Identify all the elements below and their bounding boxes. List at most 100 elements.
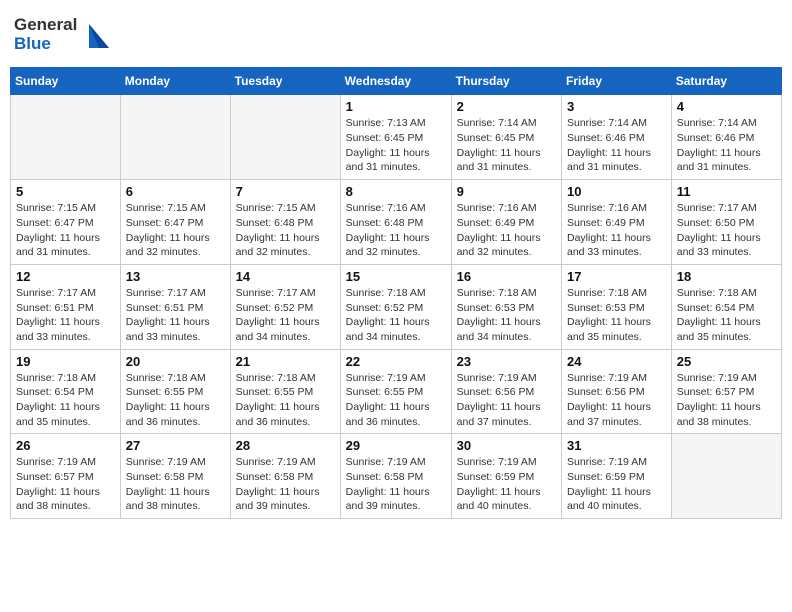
logo-general-text: General bbox=[14, 16, 77, 35]
day-number: 13 bbox=[126, 269, 225, 284]
calendar-week-row: 26 Sunrise: 7:19 AMSunset: 6:57 PMDayligh… bbox=[11, 434, 782, 519]
day-number: 22 bbox=[346, 354, 446, 369]
calendar-cell: 27 Sunrise: 7:19 AMSunset: 6:58 PMDayligh… bbox=[120, 434, 230, 519]
day-number: 17 bbox=[567, 269, 666, 284]
calendar-week-row: 5 Sunrise: 7:15 AMSunset: 6:47 PMDaylight… bbox=[11, 180, 782, 265]
calendar-cell: 4 Sunrise: 7:14 AMSunset: 6:46 PMDaylight… bbox=[671, 95, 781, 180]
day-number: 21 bbox=[236, 354, 335, 369]
calendar-cell: 19 Sunrise: 7:18 AMSunset: 6:54 PMDayligh… bbox=[11, 349, 121, 434]
day-of-week-header: Saturday bbox=[671, 68, 781, 95]
day-info: Sunrise: 7:16 AMSunset: 6:48 PMDaylight:… bbox=[346, 201, 446, 260]
day-info: Sunrise: 7:14 AMSunset: 6:45 PMDaylight:… bbox=[457, 116, 556, 175]
calendar-cell: 21 Sunrise: 7:18 AMSunset: 6:55 PMDayligh… bbox=[230, 349, 340, 434]
calendar-cell: 7 Sunrise: 7:15 AMSunset: 6:48 PMDaylight… bbox=[230, 180, 340, 265]
day-number: 24 bbox=[567, 354, 666, 369]
day-info: Sunrise: 7:19 AMSunset: 6:56 PMDaylight:… bbox=[567, 371, 666, 430]
day-number: 25 bbox=[677, 354, 776, 369]
day-info: Sunrise: 7:15 AMSunset: 6:47 PMDaylight:… bbox=[126, 201, 225, 260]
calendar-cell: 9 Sunrise: 7:16 AMSunset: 6:49 PMDaylight… bbox=[451, 180, 561, 265]
day-number: 16 bbox=[457, 269, 556, 284]
day-of-week-header: Friday bbox=[562, 68, 672, 95]
day-info: Sunrise: 7:18 AMSunset: 6:55 PMDaylight:… bbox=[236, 371, 335, 430]
calendar-cell: 12Sunrise: 7:17 AMSunset: 6:51 PMDayligh… bbox=[11, 264, 121, 349]
calendar-cell: 29Sunrise: 7:19 AMSunset: 6:58 PMDayligh… bbox=[340, 434, 451, 519]
day-info: Sunrise: 7:17 AMSunset: 6:52 PMDaylight:… bbox=[236, 286, 335, 345]
day-number: 6 bbox=[126, 184, 225, 199]
day-info: Sunrise: 7:18 AMSunset: 6:55 PMDaylight:… bbox=[126, 371, 225, 430]
day-number: 8 bbox=[346, 184, 446, 199]
calendar-cell: 11 Sunrise: 7:17 AMSunset: 6:50 PMDayligh… bbox=[671, 180, 781, 265]
day-info: Sunrise: 7:16 AMSunset: 6:49 PMDaylight:… bbox=[567, 201, 666, 260]
day-number: 14 bbox=[236, 269, 335, 284]
calendar-cell bbox=[120, 95, 230, 180]
page-header: General Blue bbox=[10, 10, 782, 59]
calendar-cell: 17 Sunrise: 7:18 AMSunset: 6:53 PMDayligh… bbox=[562, 264, 672, 349]
day-info: Sunrise: 7:19 AMSunset: 6:59 PMDaylight:… bbox=[567, 455, 666, 514]
day-info: Sunrise: 7:19 AMSunset: 6:58 PMDaylight:… bbox=[126, 455, 225, 514]
day-number: 27 bbox=[126, 438, 225, 453]
day-info: Sunrise: 7:17 AMSunset: 6:50 PMDaylight:… bbox=[677, 201, 776, 260]
calendar-cell: 20 Sunrise: 7:18 AMSunset: 6:55 PMDayligh… bbox=[120, 349, 230, 434]
day-info: Sunrise: 7:18 AMSunset: 6:54 PMDaylight:… bbox=[16, 371, 115, 430]
day-of-week-header: Monday bbox=[120, 68, 230, 95]
day-info: Sunrise: 7:19 AMSunset: 6:56 PMDaylight:… bbox=[457, 371, 556, 430]
day-info: Sunrise: 7:18 AMSunset: 6:52 PMDaylight:… bbox=[346, 286, 446, 345]
day-of-week-header: Wednesday bbox=[340, 68, 451, 95]
day-info: Sunrise: 7:19 AMSunset: 6:57 PMDaylight:… bbox=[16, 455, 115, 514]
calendar-week-row: 1Sunrise: 7:13 AMSunset: 6:45 PMDaylight… bbox=[11, 95, 782, 180]
day-number: 11 bbox=[677, 184, 776, 199]
day-number: 30 bbox=[457, 438, 556, 453]
calendar-cell: 22 Sunrise: 7:19 AMSunset: 6:55 PMDayligh… bbox=[340, 349, 451, 434]
day-number: 3 bbox=[567, 99, 666, 114]
calendar-cell bbox=[671, 434, 781, 519]
logo-triangle-icon bbox=[81, 20, 109, 48]
day-number: 1 bbox=[346, 99, 446, 114]
day-number: 20 bbox=[126, 354, 225, 369]
day-number: 28 bbox=[236, 438, 335, 453]
calendar-cell: 15Sunrise: 7:18 AMSunset: 6:52 PMDayligh… bbox=[340, 264, 451, 349]
day-info: Sunrise: 7:15 AMSunset: 6:48 PMDaylight:… bbox=[236, 201, 335, 260]
calendar-cell: 14 Sunrise: 7:17 AMSunset: 6:52 PMDayligh… bbox=[230, 264, 340, 349]
logo-wordmark: General Blue bbox=[14, 16, 109, 53]
day-number: 2 bbox=[457, 99, 556, 114]
day-number: 5 bbox=[16, 184, 115, 199]
calendar-cell: 28Sunrise: 7:19 AMSunset: 6:58 PMDayligh… bbox=[230, 434, 340, 519]
calendar-cell: 10 Sunrise: 7:16 AMSunset: 6:49 PMDayligh… bbox=[562, 180, 672, 265]
day-info: Sunrise: 7:19 AMSunset: 6:58 PMDaylight:… bbox=[346, 455, 446, 514]
day-info: Sunrise: 7:18 AMSunset: 6:53 PMDaylight:… bbox=[567, 286, 666, 345]
day-info: Sunrise: 7:19 AMSunset: 6:57 PMDaylight:… bbox=[677, 371, 776, 430]
day-number: 7 bbox=[236, 184, 335, 199]
day-number: 9 bbox=[457, 184, 556, 199]
calendar-cell: 13Sunrise: 7:17 AMSunset: 6:51 PMDayligh… bbox=[120, 264, 230, 349]
calendar-cell: 31Sunrise: 7:19 AMSunset: 6:59 PMDayligh… bbox=[562, 434, 672, 519]
day-of-week-header: Sunday bbox=[11, 68, 121, 95]
logo: General Blue bbox=[14, 16, 109, 53]
day-number: 26 bbox=[16, 438, 115, 453]
calendar-header-row: SundayMondayTuesdayWednesdayThursdayFrid… bbox=[11, 68, 782, 95]
day-number: 19 bbox=[16, 354, 115, 369]
calendar-cell: 6 Sunrise: 7:15 AMSunset: 6:47 PMDaylight… bbox=[120, 180, 230, 265]
calendar-cell: 5 Sunrise: 7:15 AMSunset: 6:47 PMDaylight… bbox=[11, 180, 121, 265]
day-number: 18 bbox=[677, 269, 776, 284]
day-info: Sunrise: 7:18 AMSunset: 6:53 PMDaylight:… bbox=[457, 286, 556, 345]
day-of-week-header: Thursday bbox=[451, 68, 561, 95]
day-number: 4 bbox=[677, 99, 776, 114]
day-info: Sunrise: 7:14 AMSunset: 6:46 PMDaylight:… bbox=[677, 116, 776, 175]
calendar-cell: 8 Sunrise: 7:16 AMSunset: 6:48 PMDaylight… bbox=[340, 180, 451, 265]
day-info: Sunrise: 7:16 AMSunset: 6:49 PMDaylight:… bbox=[457, 201, 556, 260]
calendar-table: SundayMondayTuesdayWednesdayThursdayFrid… bbox=[10, 67, 782, 519]
calendar-cell: 1Sunrise: 7:13 AMSunset: 6:45 PMDaylight… bbox=[340, 95, 451, 180]
calendar-cell bbox=[11, 95, 121, 180]
day-of-week-header: Tuesday bbox=[230, 68, 340, 95]
day-info: Sunrise: 7:19 AMSunset: 6:55 PMDaylight:… bbox=[346, 371, 446, 430]
calendar-cell: 2 Sunrise: 7:14 AMSunset: 6:45 PMDaylight… bbox=[451, 95, 561, 180]
calendar-cell: 25 Sunrise: 7:19 AMSunset: 6:57 PMDayligh… bbox=[671, 349, 781, 434]
logo-blue-text: Blue bbox=[14, 35, 77, 54]
calendar-week-row: 19 Sunrise: 7:18 AMSunset: 6:54 PMDayligh… bbox=[11, 349, 782, 434]
calendar-cell: 24 Sunrise: 7:19 AMSunset: 6:56 PMDayligh… bbox=[562, 349, 672, 434]
calendar-cell: 23 Sunrise: 7:19 AMSunset: 6:56 PMDayligh… bbox=[451, 349, 561, 434]
calendar-cell: 3Sunrise: 7:14 AMSunset: 6:46 PMDaylight… bbox=[562, 95, 672, 180]
day-number: 10 bbox=[567, 184, 666, 199]
day-number: 23 bbox=[457, 354, 556, 369]
day-info: Sunrise: 7:15 AMSunset: 6:47 PMDaylight:… bbox=[16, 201, 115, 260]
